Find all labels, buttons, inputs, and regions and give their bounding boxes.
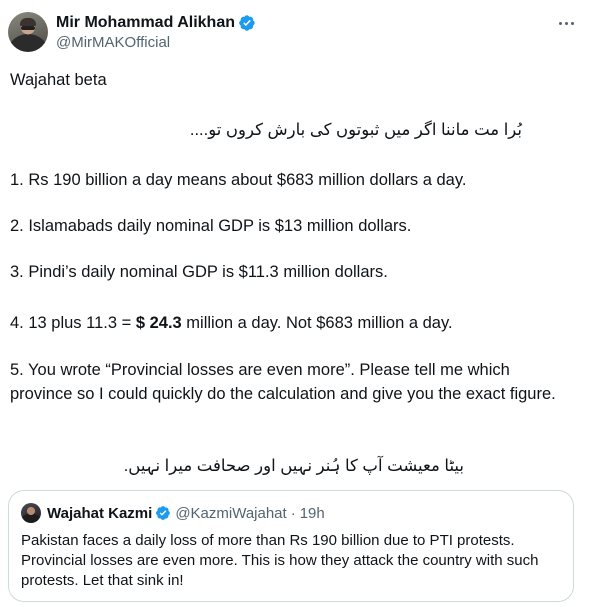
more-dot (558, 21, 562, 25)
quoted-verified-badge-icon (156, 506, 171, 520)
quoted-author-display-name: Wajahat Kazmi (47, 504, 153, 522)
author-avatar[interactable] (8, 12, 48, 52)
quoted-author-avatar (21, 503, 41, 523)
quoted-tweet-text: Pakistan faces a daily loss of more than… (21, 532, 539, 589)
tweet-line-urdu-closing: بیٹا معیشت آپ کا ہُنر نہیں اور صحافت میر… (123, 457, 464, 475)
tweet-point-1: 1. Rs 190 billion a day means about $683… (10, 171, 467, 189)
tweet: Mir Mohammad Alikhan @MirMAKOfficial Waj… (0, 0, 591, 607)
quoted-separator: · (290, 504, 296, 522)
author-display-name[interactable]: Mir Mohammad Alikhan (56, 14, 235, 32)
quoted-tweet[interactable]: Wajahat Kazmi @KazmiWajahat · 19h Pakist… (8, 490, 574, 602)
more-dot (570, 21, 574, 25)
avatar-glasses (21, 26, 35, 30)
author-handle[interactable]: @MirMAKOfficial (56, 34, 256, 51)
author-name-row: Mir Mohammad Alikhan (56, 12, 256, 33)
tweet-point-4-bold: $ 24.3 (135, 314, 182, 332)
quoted-author-handle: @KazmiWajahat (175, 504, 287, 522)
quoted-time: 19h (299, 504, 325, 522)
tweet-point-2: 2. Islamabads daily nominal GDP is $13 m… (10, 217, 412, 235)
tweet-line-greeting: Wajahat beta (10, 71, 107, 89)
tweet-header: Mir Mohammad Alikhan @MirMAKOfficial (8, 12, 256, 52)
tweet-point-4-prefix: 4. 13 plus 11.3 = (10, 314, 136, 332)
tweet-point-4: 4. 13 plus 11.3 = $ 24.3 million a day. … (10, 311, 453, 335)
more-dot (564, 21, 568, 25)
tweet-line-urdu-intro: بُرا مت ماننا اگر میں ثبوتوں کی بارش کرو… (189, 121, 522, 139)
quoted-tweet-header: Wajahat Kazmi @KazmiWajahat · 19h (21, 503, 561, 523)
tweet-point-4-suffix: million a day. Not $683 million a day. (181, 314, 453, 332)
verified-badge-icon (239, 14, 255, 31)
tweet-point-3: 3. Pindi’s daily nominal GDP is $11.3 mi… (10, 263, 388, 281)
more-options-icon[interactable] (555, 12, 577, 34)
author-names: Mir Mohammad Alikhan @MirMAKOfficial (56, 12, 256, 51)
avatar-hair (20, 18, 36, 26)
tweet-point-5: 5. You wrote “Provincial losses are even… (10, 361, 556, 403)
